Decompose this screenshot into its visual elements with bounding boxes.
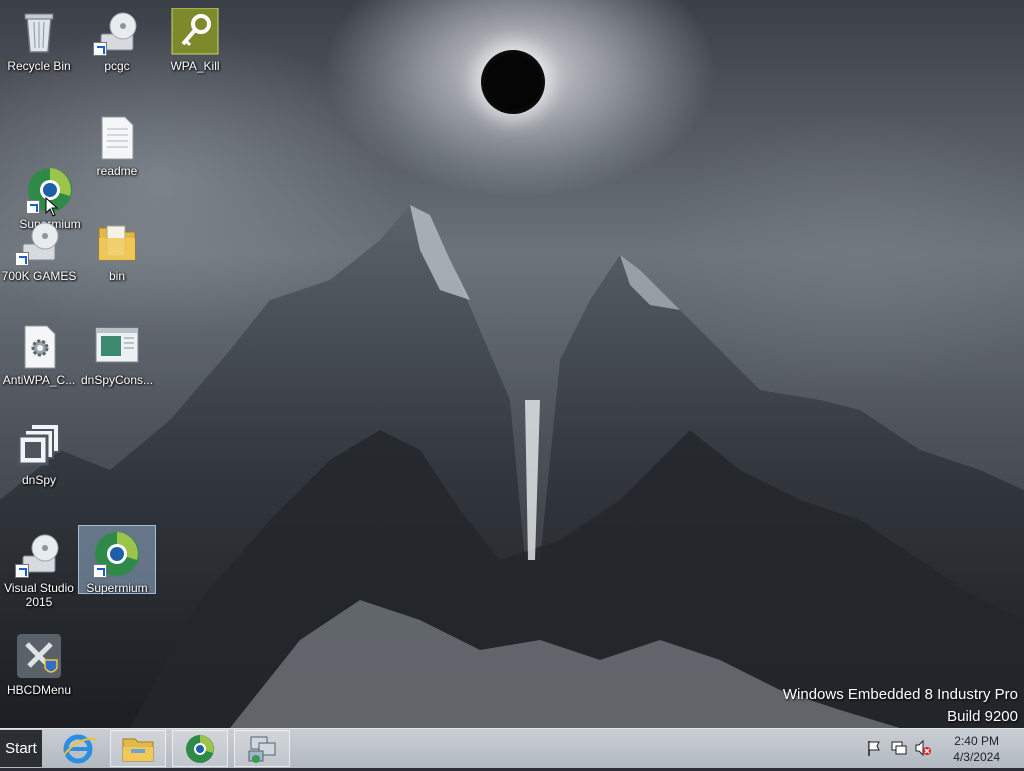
icon-label: Recycle Bin (7, 59, 71, 73)
console-window-icon (93, 322, 141, 370)
text-document-icon (93, 113, 141, 161)
icon-label: bin (108, 269, 125, 283)
supermium-browser-icon (93, 530, 141, 578)
shortcut-arrow-icon (15, 252, 29, 266)
icon-label: Visual Studio (4, 581, 74, 595)
icon-label: readme (96, 164, 138, 178)
action-center-flag-icon[interactable] (866, 739, 882, 757)
taskbar-clock[interactable]: 2:40 PM 4/3/2024 (953, 733, 1000, 765)
icon-label: 700K GAMES (1, 269, 77, 283)
icon-label: AntiWPA_C... (2, 373, 76, 387)
desktop-icon-bin-folder[interactable]: bin (79, 218, 155, 283)
start-button[interactable]: Start (0, 730, 42, 767)
disc-installer-icon (15, 218, 63, 266)
clock-time: 2:40 PM (954, 734, 999, 748)
disc-installer-icon (15, 530, 63, 578)
internet-explorer-icon (63, 734, 97, 764)
icon-label: WPA_Kill (170, 59, 220, 73)
volume-muted-icon[interactable] (914, 739, 932, 757)
gear-document-icon (15, 322, 63, 370)
stacked-windows-icon (15, 422, 63, 470)
shortcut-arrow-icon (26, 200, 40, 214)
taskbar-supermium[interactable] (172, 730, 228, 767)
recycle-bin-icon (15, 8, 63, 56)
icon-label: dnSpyCons... (80, 373, 154, 387)
clock-date: 4/3/2024 (953, 750, 1000, 764)
supermium-browser-icon (186, 735, 214, 763)
shortcut-arrow-icon (93, 42, 107, 56)
taskbar-file-explorer[interactable] (110, 730, 166, 767)
folder-icon (93, 218, 141, 266)
key-icon (171, 7, 219, 56)
network-icon[interactable] (890, 739, 908, 757)
desktop-icon-antiwpa[interactable]: AntiWPA_C... (1, 322, 77, 387)
desktop-icon-recycle-bin[interactable]: Recycle Bin (1, 8, 77, 73)
shortcut-arrow-icon (15, 564, 29, 578)
desktop-icon-pcgc[interactable]: pcgc (79, 8, 155, 73)
watermark-edition: Windows Embedded 8 Industry Pro (782, 686, 1018, 703)
desktop-icon-700k-games[interactable]: 700K GAMES (1, 218, 77, 283)
icon-label: HBCDMenu (6, 683, 72, 697)
icon-label: pcgc (104, 59, 130, 73)
shortcut-arrow-icon (93, 564, 107, 578)
mouse-pointer-icon (45, 197, 59, 217)
desktop-icon-hbcdmenu[interactable]: HBCDMenu (1, 632, 77, 697)
desktop-icon-readme[interactable]: readme (79, 113, 155, 178)
file-explorer-icon (122, 738, 154, 762)
taskbar-network-setup[interactable] (234, 730, 290, 767)
taskbar-internet-explorer[interactable] (50, 730, 106, 767)
taskbar: Start 2:40 PM 4/3/2024 (0, 728, 1024, 768)
icon-label: Supermium (86, 581, 148, 595)
icon-label: dnSpy (21, 473, 57, 487)
desktop-icon-visual-studio-2015[interactable]: Visual Studio 2015 (1, 530, 77, 609)
watermark-build: Build 9200 (947, 708, 1018, 725)
desktop-icon-dnspy[interactable]: dnSpy (1, 422, 77, 487)
windows-edition-watermark: Windows Embedded 8 Industry Pro Build 92… (783, 684, 1018, 728)
network-computer-icon (248, 736, 276, 763)
tools-shield-icon (15, 632, 63, 680)
desktop-icon-supermium-selected[interactable]: Supermium (78, 525, 156, 595)
disc-installer-icon (93, 8, 141, 56)
desktop-icon-wpa-kill[interactable]: WPA_Kill (157, 7, 233, 73)
desktop-icon-dnspy-console[interactable]: dnSpyCons... (79, 322, 155, 387)
icon-label-line2: 2015 (25, 595, 53, 609)
